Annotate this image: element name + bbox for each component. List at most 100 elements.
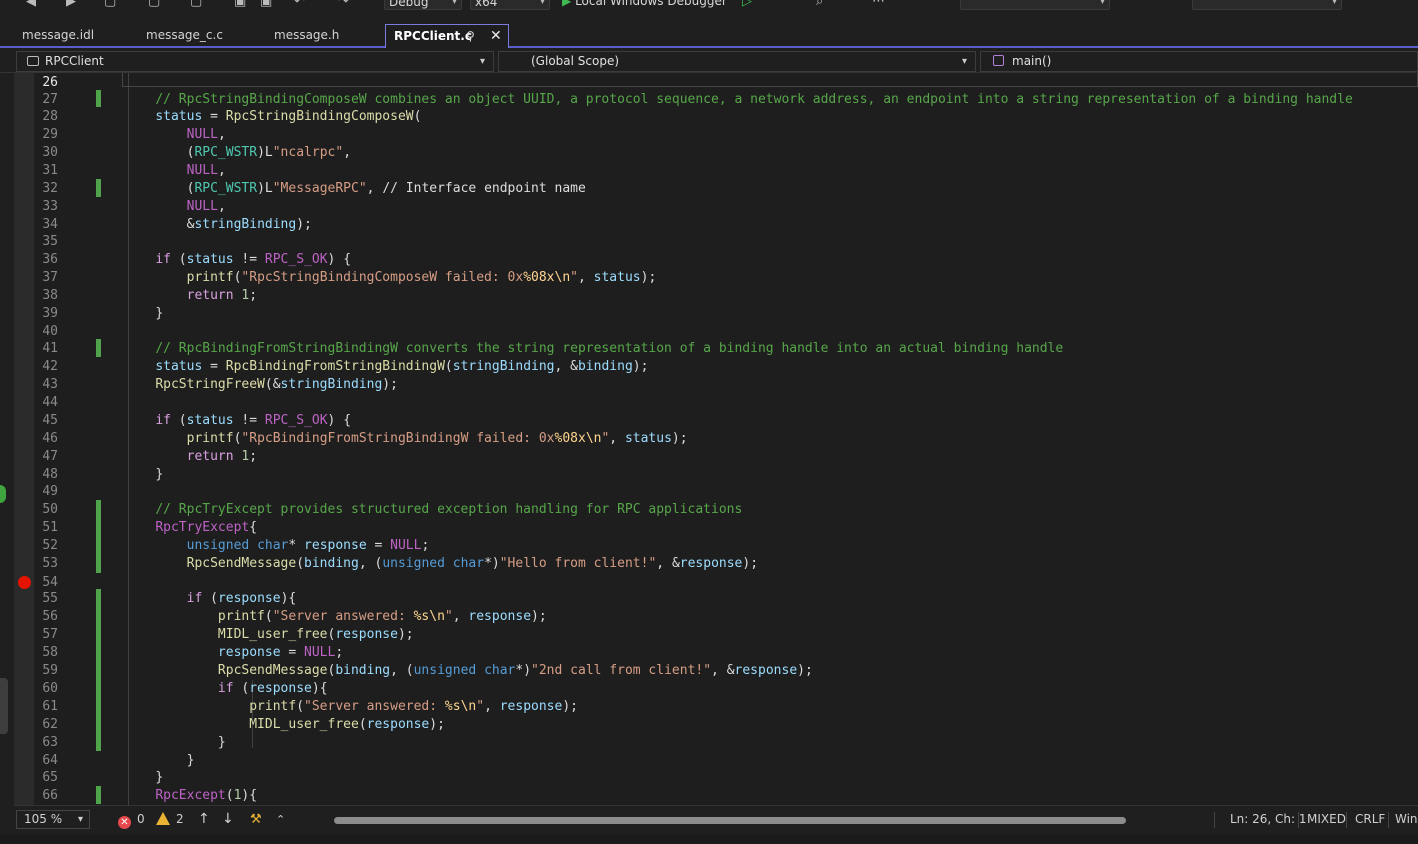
start-without-debugging-icon[interactable]: ▷ <box>742 0 752 10</box>
code-line[interactable]: NULL, <box>124 162 226 180</box>
scope-name: (Global Scope) <box>531 54 620 68</box>
code-line[interactable]: RpcSendMessage(binding, (unsigned char*)… <box>124 662 813 680</box>
zoom-select[interactable]: 105 % ▾ <box>16 810 90 829</box>
new-item-icon[interactable]: ▢ <box>104 0 116 10</box>
toolbar-combo-empty-2[interactable]: ▾ <box>1192 0 1342 10</box>
open-file-icon[interactable]: ▢ <box>148 0 160 10</box>
code-line[interactable]: printf("Server answered: %s\n", response… <box>124 608 547 626</box>
code-line[interactable]: return 1; <box>124 287 257 305</box>
code-line[interactable]: RpcSendMessage(binding, (unsigned char*)… <box>124 555 758 573</box>
chevron-down-icon: ▾ <box>1099 0 1105 7</box>
code-line[interactable]: } <box>124 305 163 323</box>
line-number: 33 <box>42 199 58 214</box>
code-line[interactable]: // RpcTryExcept provides structured exce… <box>124 501 742 519</box>
horizontal-scrollbar[interactable] <box>334 817 1126 824</box>
code-line[interactable]: (RPC_WSTR)L"ncalrpc", <box>124 144 351 162</box>
status-separator <box>1298 812 1299 828</box>
change-marker <box>96 339 101 357</box>
line-number: 28 <box>42 109 58 124</box>
code-line[interactable]: } <box>124 734 226 752</box>
tab-message-c-c[interactable]: message_c.c <box>138 24 262 46</box>
breakpoint-icon[interactable] <box>18 576 31 589</box>
line-number: 26 <box>42 75 58 90</box>
encoding[interactable]: Win <box>1395 806 1418 833</box>
code-line[interactable]: if (status != RPC_S_OK) { <box>124 412 351 430</box>
code-line[interactable]: return 1; <box>124 448 257 466</box>
previous-issue-icon[interactable]: ↑ <box>198 806 210 833</box>
code-line[interactable]: RpcTryExcept{ <box>124 519 257 537</box>
function-icon <box>993 55 1004 66</box>
code-line[interactable]: // RpcBindingFromStringBindingW converts… <box>124 340 1063 358</box>
code-line[interactable]: if (status != RPC_S_OK) { <box>124 251 351 269</box>
code-line[interactable]: status = RpcBindingFromStringBindingW(st… <box>124 358 648 376</box>
chevron-down-icon: ▾ <box>1331 0 1337 7</box>
configuration-select[interactable]: Debug ▾ <box>384 0 462 10</box>
tab-rpcclient-c[interactable]: RPCClient.c ⚲ ✕ <box>385 24 509 48</box>
cursor-position[interactable]: Ln: 26, Ch: 1 <box>1230 806 1307 833</box>
code-line[interactable]: MIDL_user_free(response); <box>124 626 414 644</box>
code-line[interactable]: printf("RpcBindingFromStringBindingW fai… <box>124 430 688 448</box>
code-line[interactable]: NULL, <box>124 198 226 216</box>
code-text-area[interactable]: // RpcStringBindingComposeW combines an … <box>124 73 1418 805</box>
error-icon: ✕ <box>118 816 131 829</box>
change-marker <box>96 90 101 107</box>
undo-icon[interactable]: ↶ <box>294 0 305 10</box>
code-line[interactable]: if (response){ <box>124 590 297 608</box>
line-endings[interactable]: CRLF <box>1355 806 1385 833</box>
forward-icon[interactable]: ▶ <box>66 0 76 10</box>
redo-icon[interactable]: ↷ <box>338 0 349 10</box>
more-icon[interactable]: ⋯ <box>872 0 885 10</box>
code-cleanup-icon[interactable]: ⚒ <box>250 806 262 833</box>
chevron-up-icon[interactable]: ⌃ <box>276 806 285 833</box>
code-line[interactable]: (RPC_WSTR)L"MessageRPC", // Interface en… <box>124 180 586 198</box>
save-icon[interactable]: ▣ <box>234 0 246 10</box>
code-editor[interactable]: 26 27 28 29 30 31 32 33 34 35 36 37 38 39 40 41 42 43 44 45… <box>0 73 1418 805</box>
code-line[interactable]: unsigned char* response = NULL; <box>124 537 430 555</box>
tab-message-h[interactable]: message.h <box>266 24 382 46</box>
next-issue-icon[interactable]: ↓ <box>222 806 234 833</box>
find-icon[interactable]: ⌕ <box>816 0 823 10</box>
code-line[interactable]: &stringBinding); <box>124 216 312 234</box>
whitespace-mode[interactable]: MIXED <box>1307 806 1346 833</box>
pin-icon[interactable]: ⚲ <box>466 25 475 47</box>
code-line[interactable]: if (response){ <box>124 680 328 698</box>
tab-label: message.h <box>274 28 340 42</box>
window-bottom-edge <box>0 834 1418 844</box>
breakpoint-margin[interactable] <box>14 73 34 805</box>
code-line[interactable]: printf("RpcStringBindingComposeW failed:… <box>124 269 657 287</box>
member-dropdown[interactable]: main() <box>980 51 1418 72</box>
code-line[interactable]: } <box>124 752 195 770</box>
code-line[interactable]: } <box>124 466 163 484</box>
code-line[interactable]: // RpcStringBindingComposeW combines an … <box>124 91 1352 109</box>
code-line[interactable]: NULL, <box>124 126 226 144</box>
side-panel-handle[interactable] <box>0 678 8 734</box>
line-number: 48 <box>42 467 58 482</box>
code-line[interactable]: printf("Server answered: %s\n", response… <box>124 698 578 716</box>
add-item-icon[interactable]: ▢ <box>190 0 202 10</box>
warnings-indicator[interactable]: 2 <box>156 806 184 833</box>
close-icon[interactable]: ✕ <box>490 25 502 47</box>
tab-message-idl[interactable]: message.idl <box>14 24 134 46</box>
code-line[interactable]: response = NULL; <box>124 644 343 662</box>
project-dropdown[interactable]: RPCClient ▾ <box>16 51 494 72</box>
change-marker <box>96 589 101 751</box>
member-name: main() <box>1012 54 1052 68</box>
status-separator <box>1388 812 1389 828</box>
toolbar-combo-empty-1[interactable]: ▾ <box>960 0 1110 10</box>
line-number: 45 <box>42 413 58 428</box>
line-number: 59 <box>42 663 58 678</box>
code-line[interactable]: MIDL_user_free(response); <box>124 716 445 734</box>
back-icon[interactable]: ◀ <box>26 0 36 10</box>
code-line[interactable]: RpcExcept(1){ <box>124 787 257 805</box>
line-number: 27 <box>42 92 58 107</box>
status-separator <box>1346 812 1347 828</box>
code-line[interactable]: RpcStringFreeW(&stringBinding); <box>124 376 398 394</box>
errors-indicator[interactable]: ✕ 0 <box>118 806 145 833</box>
scope-dropdown[interactable]: (Global Scope) ▾ <box>498 51 976 72</box>
platform-select[interactable]: x64 ▾ <box>470 0 550 10</box>
code-line[interactable]: } <box>124 769 163 787</box>
project-icon <box>27 56 39 66</box>
code-line[interactable]: status = RpcStringBindingComposeW( <box>124 108 421 126</box>
save-all-icon[interactable]: ▣ <box>260 0 272 10</box>
start-debugger-button[interactable]: ▶ Local Windows Debugger <box>558 0 734 10</box>
